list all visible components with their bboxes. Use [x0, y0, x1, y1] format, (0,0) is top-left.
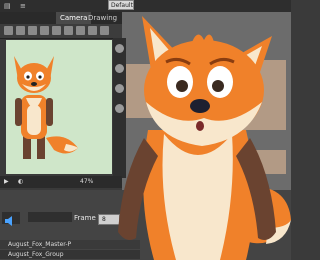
menu-item[interactable]: ▤: [4, 0, 11, 12]
fox-character-illustration: [118, 16, 291, 260]
onion-skin-icon[interactable]: ◐: [18, 176, 23, 188]
layer-name: August_Fox_Master-P: [8, 241, 72, 248]
sound-icon[interactable]: [2, 212, 20, 226]
frame-label: Frame: [74, 214, 96, 222]
menu-item[interactable]: ≡: [20, 0, 26, 12]
frame-slider[interactable]: [28, 212, 72, 222]
play-icon[interactable]: ▶: [4, 176, 9, 188]
pencil-tool-icon[interactable]: [28, 26, 37, 35]
transform-tool-icon[interactable]: [76, 26, 85, 35]
paint-tool-icon[interactable]: [52, 26, 61, 35]
contour-tool-icon[interactable]: [64, 26, 73, 35]
brush-tool-icon[interactable]: [16, 26, 25, 35]
select-tool-icon[interactable]: [4, 26, 13, 35]
eraser-tool-icon[interactable]: [40, 26, 49, 35]
zoom-level[interactable]: 47%: [80, 176, 93, 188]
speaker-icon: [5, 216, 12, 226]
layer-name: August_Fox_Group: [8, 251, 64, 258]
